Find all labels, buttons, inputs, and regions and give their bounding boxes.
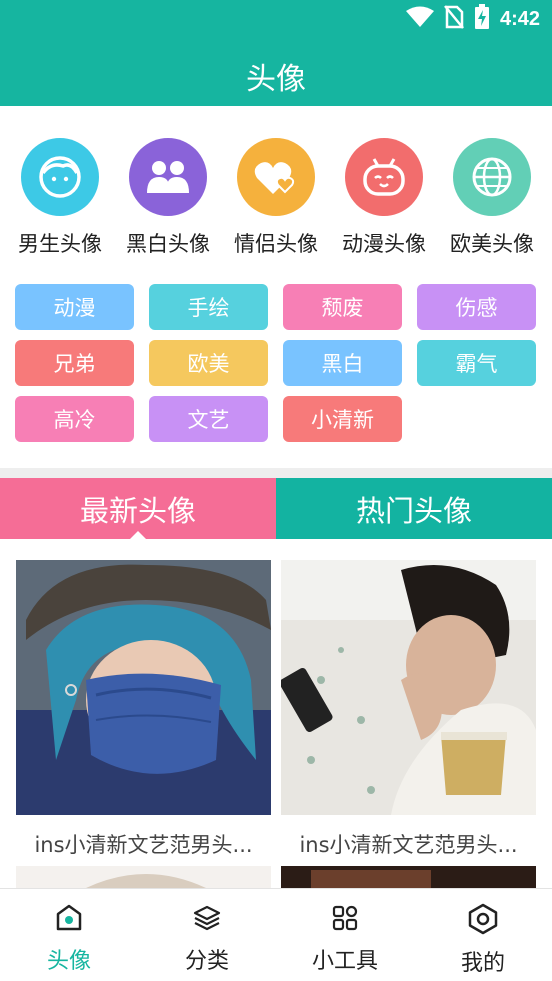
- avatar-card[interactable]: [281, 866, 536, 888]
- tab-label: 热门头像: [355, 493, 472, 528]
- hearts-icon: [237, 138, 315, 216]
- layers-icon: [193, 903, 221, 937]
- people-icon: [129, 138, 207, 216]
- category-boy[interactable]: 男生头像: [8, 138, 112, 258]
- tag-button[interactable]: 文艺: [149, 396, 268, 442]
- battery-charging-icon: [474, 4, 490, 34]
- avatar-caption: ins小清新文艺范男头...: [34, 833, 253, 857]
- robot-face-icon: [345, 138, 423, 216]
- avatar-photo[interactable]: [281, 560, 536, 815]
- bottom-nav: 头像 分类 小工具 我的: [0, 888, 552, 981]
- tag-button[interactable]: 小清新: [283, 396, 402, 442]
- section-divider: [0, 468, 552, 478]
- wifi-icon: [405, 6, 434, 32]
- tag-button[interactable]: 霸气: [417, 340, 536, 386]
- tab-latest[interactable]: 最新头像: [0, 478, 276, 539]
- no-sim-icon: [444, 5, 464, 33]
- avatar-caption: ins小清新文艺范男头...: [299, 833, 518, 857]
- globe-icon: [453, 138, 531, 216]
- category-label: 情侣头像: [234, 232, 318, 256]
- app-header: 4:42 头像: [0, 0, 552, 106]
- avatar-card[interactable]: [16, 866, 271, 888]
- tag-button[interactable]: 伤感: [417, 284, 536, 330]
- avatar-card[interactable]: ins小清新文艺范男头...: [16, 560, 271, 859]
- nav-label: 小工具: [311, 949, 378, 974]
- tag-button[interactable]: 兄弟: [15, 340, 134, 386]
- status-bar: 4:42: [405, 4, 540, 34]
- home-icon: [55, 903, 83, 937]
- category-bw[interactable]: 黑白头像: [116, 138, 220, 258]
- grid-tools-icon: [331, 903, 359, 937]
- category-western[interactable]: 欧美头像: [440, 138, 544, 258]
- tag-button[interactable]: 欧美: [149, 340, 268, 386]
- tab-label: 最新头像: [79, 493, 196, 528]
- nav-avatar[interactable]: 头像: [0, 889, 138, 981]
- category-label: 男生头像: [18, 232, 102, 256]
- page-title: 头像: [246, 62, 306, 97]
- avatar-photo[interactable]: [16, 560, 271, 815]
- tag-grid: 动漫 手绘 颓废 伤感 兄弟 欧美 黑白 霸气 高冷 文艺 小清新: [15, 284, 537, 442]
- nav-category[interactable]: 分类: [138, 889, 276, 981]
- tag-button[interactable]: 动漫: [15, 284, 134, 330]
- active-tab-caret: [130, 531, 146, 539]
- feed-tabs: 最新头像 热门头像: [0, 478, 552, 539]
- avatar-photo[interactable]: [16, 866, 271, 888]
- tag-button[interactable]: 颓废: [283, 284, 402, 330]
- nav-tools[interactable]: 小工具: [276, 889, 414, 981]
- tag-button[interactable]: 黑白: [283, 340, 402, 386]
- category-label: 欧美头像: [450, 232, 534, 256]
- nav-mine[interactable]: 我的: [414, 889, 552, 981]
- category-row: 男生头像 黑白头像 情侣头像 动漫头像 欧美头像: [0, 138, 552, 258]
- tag-button[interactable]: 高冷: [15, 396, 134, 442]
- avatar-photo[interactable]: [281, 866, 536, 888]
- boy-face-icon: [21, 138, 99, 216]
- avatar-card[interactable]: ins小清新文艺范男头...: [281, 560, 536, 859]
- nav-label: 我的: [460, 951, 505, 976]
- category-couple[interactable]: 情侣头像: [224, 138, 328, 258]
- tab-hot[interactable]: 热门头像: [276, 478, 552, 539]
- category-label: 动漫头像: [342, 232, 426, 256]
- category-anime[interactable]: 动漫头像: [332, 138, 436, 258]
- clock: 4:42: [499, 7, 540, 30]
- nav-label: 头像: [46, 949, 91, 974]
- hexagon-profile-icon: [468, 903, 498, 939]
- nav-label: 分类: [184, 949, 229, 974]
- category-label: 黑白头像: [126, 232, 210, 256]
- tag-button[interactable]: 手绘: [149, 284, 268, 330]
